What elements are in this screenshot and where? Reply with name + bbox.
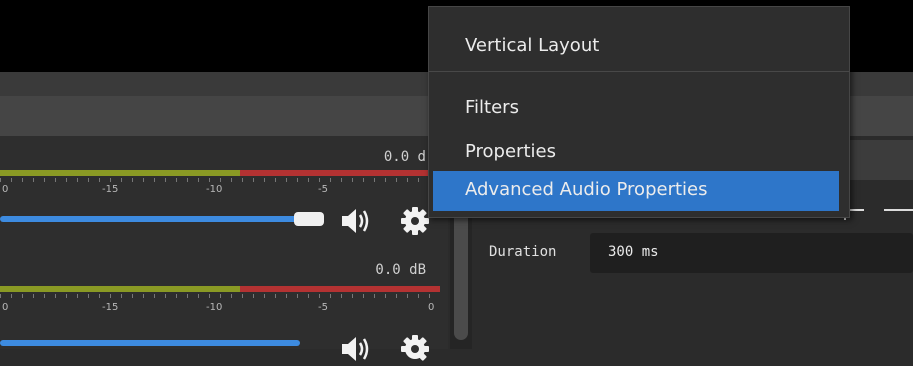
tick-label: -10 — [206, 302, 223, 313]
meter-green-segment — [0, 286, 240, 292]
menu-item-advanced-audio-properties[interactable]: Advanced Audio Properties — [433, 171, 839, 211]
menu-item-label: Advanced Audio Properties — [465, 179, 708, 200]
tick-label: -5 — [318, 184, 328, 195]
meter-green-segment — [0, 170, 240, 176]
tick-label: -5 — [318, 302, 328, 313]
context-menu: Vertical Layout Filters Properties Advan… — [428, 6, 850, 218]
tick-label: -15 — [102, 184, 119, 195]
tick-label: -10 — [206, 184, 223, 195]
menu-item-properties[interactable]: Properties — [429, 135, 849, 171]
meter-ticks — [0, 178, 440, 182]
tick-label: -15 — [102, 302, 119, 313]
meter-red-segment — [240, 286, 440, 292]
db-readout: 0.0 d — [383, 149, 426, 165]
meter-red-segment — [240, 170, 440, 176]
menu-item-filters[interactable]: Filters — [429, 91, 849, 127]
volume-meter — [0, 170, 440, 176]
speaker-icon[interactable] — [338, 204, 372, 238]
tick-label: 0 — [2, 184, 9, 195]
volume-slider-handle[interactable] — [294, 212, 324, 226]
duration-label: Duration — [489, 244, 557, 260]
volume-meter — [0, 286, 440, 292]
tick-label: 0 — [428, 302, 435, 313]
menu-item-label: Properties — [465, 141, 556, 162]
volume-slider-track[interactable] — [0, 216, 300, 222]
audio-mixer: 0.0 d 0 -15 -10 -5 0.0 dB 0 -15 -10 -5 0 — [0, 136, 448, 361]
menu-item-label: Vertical Layout — [465, 35, 600, 56]
gear-icon[interactable] — [398, 204, 432, 238]
db-readout: 0.0 dB — [375, 262, 426, 278]
duration-value[interactable]: 300 ms — [608, 244, 659, 260]
menu-item-label: Filters — [465, 97, 519, 118]
speaker-icon[interactable] — [338, 332, 372, 366]
tick-label: 0 — [2, 302, 9, 313]
gear-icon[interactable] — [398, 332, 432, 366]
menu-item-vertical-layout[interactable]: Vertical Layout — [429, 29, 849, 65]
volume-slider-track[interactable] — [0, 340, 300, 346]
meter-ticks — [0, 294, 440, 298]
menu-separator — [429, 71, 849, 72]
transition-ruler-icon — [840, 196, 913, 222]
